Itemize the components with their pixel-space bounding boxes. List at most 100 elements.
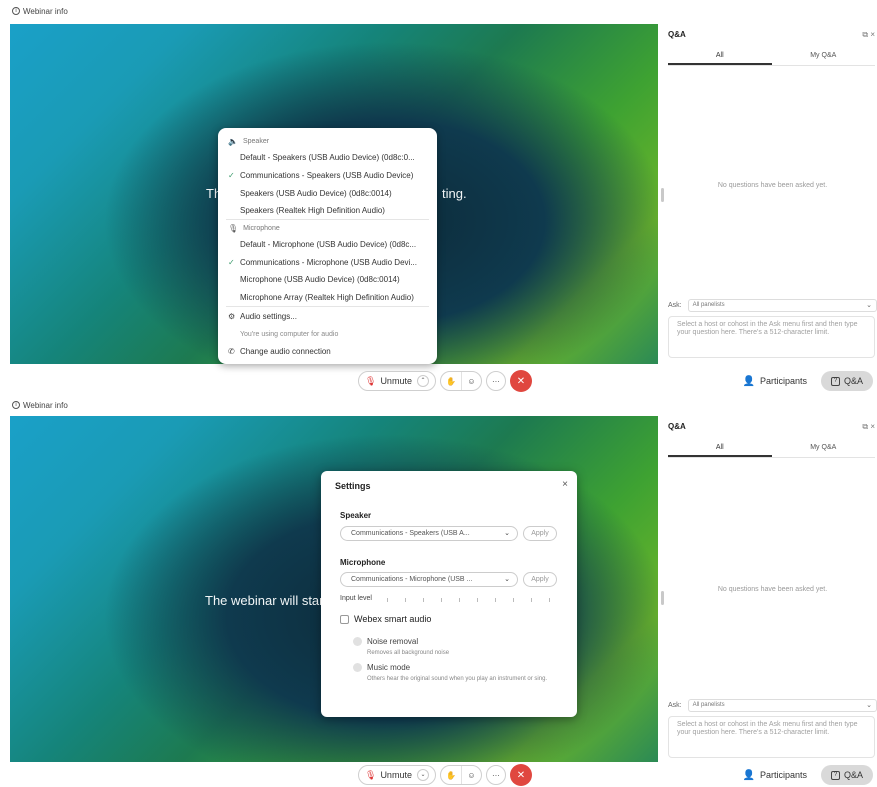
participants-icon: 👤 (742, 375, 755, 387)
webinar-info-bar[interactable]: i Webinar info (0, 394, 877, 416)
speaker-apply-button[interactable]: Apply (523, 526, 557, 541)
panel-window-controls: ⧉ × (862, 422, 875, 432)
microphone-option[interactable]: Default - Microphone (USB Audio Device) … (240, 240, 435, 249)
raise-hand-icon[interactable]: ✋ (441, 372, 461, 390)
qa-toggle-button[interactable]: ? Q&A (820, 765, 873, 785)
webinar-info-bar[interactable]: i Webinar info (0, 0, 877, 22)
reactions-group: ✋ ☺ (439, 765, 482, 785)
qa-toggle-button[interactable]: ? Q&A (820, 371, 873, 391)
qa-empty-message: No questions have been asked yet. (717, 586, 828, 593)
close-icon[interactable]: × (870, 30, 875, 39)
panel-resize-handle[interactable] (661, 591, 664, 605)
microphone-label: Microphone (340, 558, 386, 567)
leave-button[interactable]: ✕ (509, 764, 532, 786)
speaker-icon: 🔈 (228, 137, 238, 146)
tab-my-qa[interactable]: My Q&A (772, 440, 876, 457)
unmute-button[interactable]: 🎙 Unmute ⌄ (358, 765, 436, 785)
speaker-option[interactable]: Speakers (USB Audio Device) (0d8c:0014) (240, 189, 435, 198)
reaction-icon[interactable]: ☺ (460, 766, 481, 784)
chevron-down-icon: ⌄ (866, 701, 872, 709)
chevron-up-icon[interactable]: ⌃ (416, 375, 429, 387)
speaker-select[interactable]: Communications - Speakers (USB A... ⌄ (340, 526, 518, 541)
participants-button[interactable]: 👤 Participants (743, 376, 807, 387)
menu-divider (226, 219, 429, 220)
audio-device-menu: 🔈 Speaker Default - Speakers (USB Audio … (218, 128, 437, 364)
music-mode-label: Music mode (367, 663, 411, 672)
qa-tabs: All My Q&A (668, 440, 875, 458)
speaker-option[interactable]: Speakers (Realtek High Definition Audio) (240, 206, 435, 215)
check-icon: ✓ (228, 258, 235, 267)
question-input[interactable]: Select a host or cohost in the Ask menu … (668, 716, 875, 758)
settings-title: Settings (335, 481, 371, 491)
ask-recipient-select[interactable]: All panelists ⌄ (687, 698, 877, 712)
noise-removal-radio[interactable] (353, 637, 362, 646)
microphone-icon: 🎙 (228, 224, 239, 233)
screenshot-bottom: i Webinar info The webinar will start Se… (0, 394, 877, 787)
leave-button[interactable]: ✕ (509, 370, 532, 392)
audio-settings-item[interactable]: Audio settings... (240, 312, 435, 321)
popout-icon[interactable]: ⧉ (862, 30, 868, 39)
input-level-meter (383, 597, 559, 603)
microphone-apply-button[interactable]: Apply (523, 572, 557, 587)
speaker-label: Speaker (340, 511, 372, 520)
stage-text: The webinar will start (205, 593, 328, 608)
ask-recipient-select[interactable]: All panelists ⌄ (687, 298, 877, 312)
noise-removal-label: Noise removal (367, 637, 419, 646)
reaction-icon[interactable]: ☺ (460, 372, 481, 390)
phone-icon: ✆ (228, 347, 235, 356)
panel-resize-handle[interactable] (661, 188, 664, 202)
music-mode-description: Others hear the original sound when you … (367, 676, 548, 682)
smart-audio-checkbox[interactable] (340, 615, 349, 624)
muted-mic-icon: 🎙 (365, 375, 377, 386)
input-level-label: Input level (340, 595, 372, 602)
ask-label: Ask: (668, 701, 682, 709)
chevron-down-icon: ⌄ (504, 530, 510, 537)
qa-tabs: All My Q&A (668, 48, 875, 66)
close-icon[interactable]: × (562, 479, 568, 490)
settings-dialog: Settings × Speaker Communications - Spea… (321, 471, 577, 717)
close-icon[interactable]: × (870, 422, 875, 431)
speaker-option[interactable]: Communications - Speakers (USB Audio Dev… (240, 171, 435, 180)
ask-label: Ask: (668, 301, 682, 309)
ask-row: Ask: All panelists ⌄ (668, 698, 877, 712)
qa-panel: Q&A ⧉ × All My Q&A No questions have bee… (668, 416, 877, 762)
microphone-section-header: 🎙 Microphone (228, 224, 280, 233)
muted-mic-icon: 🎙 (365, 769, 377, 780)
tab-all[interactable]: All (668, 440, 772, 457)
reactions-group: ✋ ☺ (439, 371, 482, 391)
stage-text-right: ting. (442, 186, 467, 201)
chevron-down-icon[interactable]: ⌄ (416, 769, 429, 781)
menu-divider (226, 306, 429, 307)
webinar-info-label: Webinar info (23, 6, 68, 16)
speaker-option[interactable]: Default - Speakers (USB Audio Device) (0… (240, 153, 435, 162)
microphone-option[interactable]: Microphone Array (Realtek High Definitio… (240, 293, 435, 302)
microphone-select[interactable]: Communications - Microphone (USB ... ⌄ (340, 572, 518, 587)
microphone-option[interactable]: Communications - Microphone (USB Audio D… (240, 258, 435, 267)
panel-toggle-bar: 👤 Participants ? Q&A (668, 370, 877, 392)
check-icon: ✓ (228, 171, 235, 180)
gear-icon: ⚙ (228, 312, 236, 321)
qa-panel: Q&A ⧉ × All My Q&A No questions have bee… (668, 24, 877, 364)
info-icon: i (12, 401, 20, 409)
qa-panel-title: Q&A (668, 30, 686, 39)
music-mode-radio[interactable] (353, 663, 362, 672)
qa-icon: ? (830, 376, 840, 386)
change-audio-connection-item[interactable]: Change audio connection (240, 347, 435, 356)
meeting-controls: 🎙 Unmute ⌃ ✋ ☺ ··· ✕ (358, 370, 532, 392)
chevron-down-icon: ⌄ (866, 301, 872, 309)
raise-hand-icon[interactable]: ✋ (441, 766, 461, 784)
info-icon: i (12, 7, 20, 15)
ask-row: Ask: All panelists ⌄ (668, 298, 877, 312)
more-options-icon[interactable]: ··· (485, 371, 506, 391)
microphone-option[interactable]: Microphone (USB Audio Device) (0d8c:0014… (240, 275, 435, 284)
speaker-section-header: 🔈 Speaker (228, 137, 270, 146)
more-options-icon[interactable]: ··· (485, 765, 506, 785)
unmute-button[interactable]: 🎙 Unmute ⌃ (358, 371, 436, 391)
participants-button[interactable]: 👤 Participants (743, 770, 807, 781)
webinar-info-label: Webinar info (23, 400, 68, 410)
question-input[interactable]: Select a host or cohost in the Ask menu … (668, 316, 875, 358)
popout-icon[interactable]: ⧉ (862, 422, 868, 431)
noise-removal-description: Removes all background noise (367, 650, 450, 656)
tab-my-qa[interactable]: My Q&A (772, 48, 876, 65)
tab-all[interactable]: All (668, 48, 772, 65)
